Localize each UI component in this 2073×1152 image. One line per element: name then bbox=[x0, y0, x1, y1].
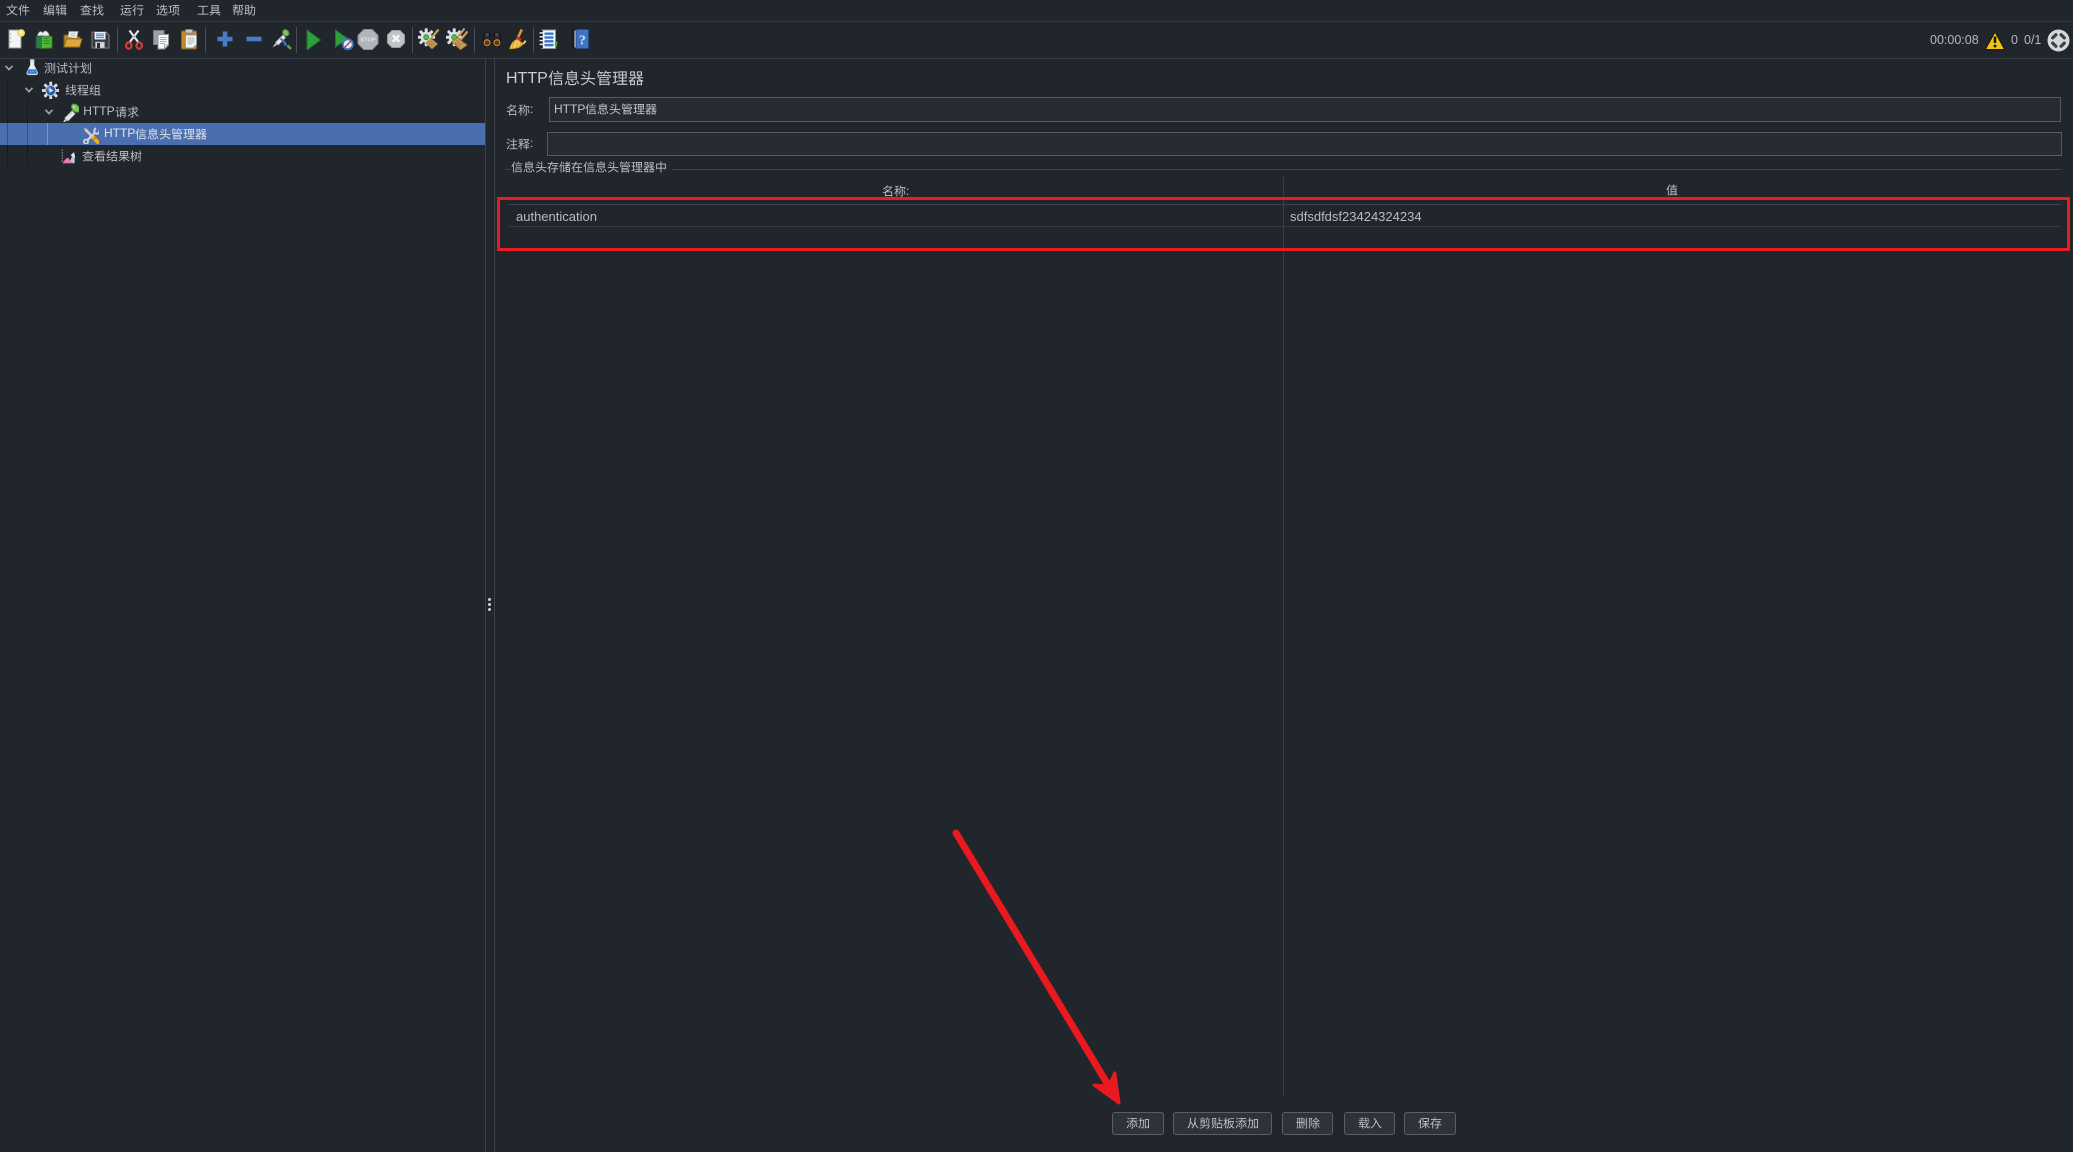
svg-text:STOP: STOP bbox=[360, 38, 375, 44]
svg-text:?: ? bbox=[579, 34, 586, 49]
